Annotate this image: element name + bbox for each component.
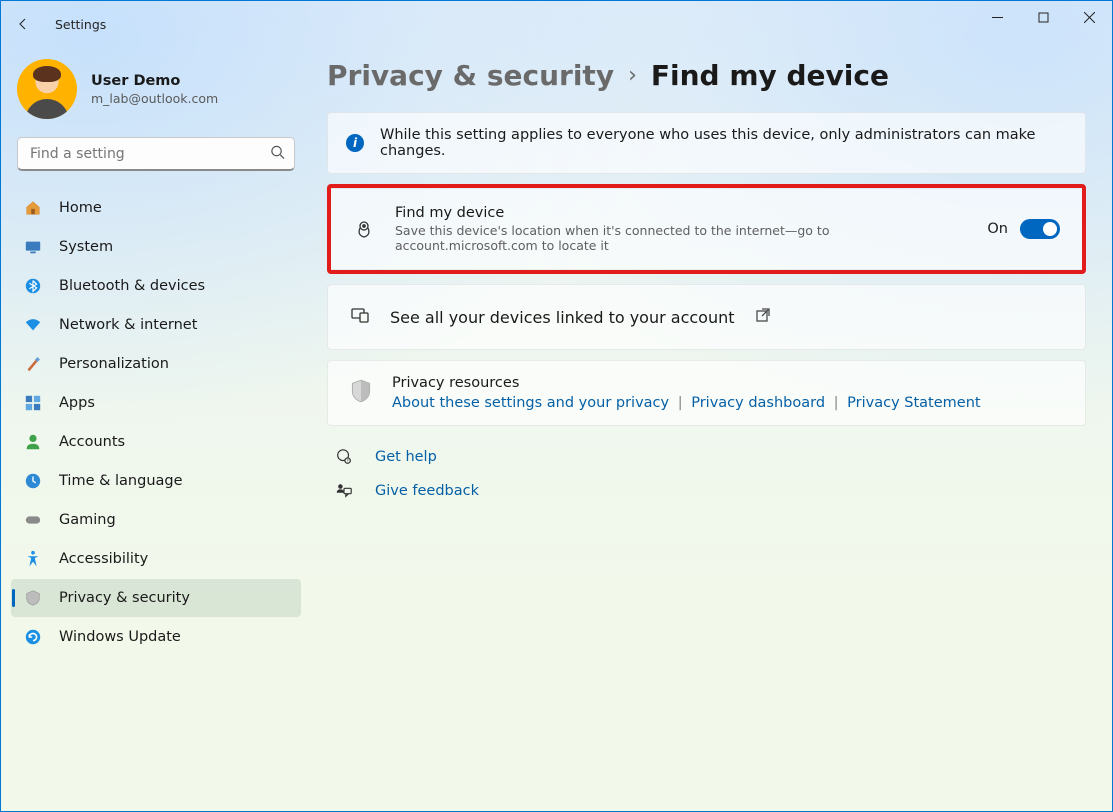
bluetooth-icon: [23, 277, 43, 295]
breadcrumb-parent[interactable]: Privacy & security: [327, 59, 614, 92]
sidebar-item-personalization[interactable]: Personalization: [11, 345, 301, 383]
devices-icon: [350, 305, 370, 329]
info-icon: i: [346, 134, 364, 152]
find-my-device-toggle[interactable]: [1020, 219, 1060, 239]
highlighted-setting: Find my device Save this device's locati…: [327, 184, 1086, 274]
feedback-icon: [333, 482, 355, 500]
sidebar-item-label: Personalization: [59, 356, 169, 372]
sidebar-item-gaming[interactable]: Gaming: [11, 501, 301, 539]
sidebar-item-label: Apps: [59, 395, 95, 411]
shield-icon: [23, 589, 43, 607]
link-about-settings[interactable]: About these settings and your privacy: [392, 395, 669, 411]
maximize-button[interactable]: [1020, 1, 1066, 33]
page-title: Find my device: [651, 59, 889, 92]
setting-title: Find my device: [395, 205, 967, 221]
give-feedback-row[interactable]: Give feedback: [327, 474, 1086, 508]
accessibility-icon: [23, 550, 43, 568]
avatar: [17, 59, 77, 119]
sidebar-item-label: Windows Update: [59, 629, 181, 645]
get-help-link[interactable]: Get help: [375, 449, 437, 465]
get-help-row[interactable]: ? Get help: [327, 440, 1086, 474]
close-icon: [1084, 12, 1095, 23]
sidebar-item-update[interactable]: Windows Update: [11, 618, 301, 656]
link-label: See all your devices linked to your acco…: [390, 308, 735, 327]
sidebar-item-accessibility[interactable]: Accessibility: [11, 540, 301, 578]
arrow-left-icon: [15, 16, 31, 32]
minimize-button[interactable]: [974, 1, 1020, 33]
location-pin-icon: [353, 219, 375, 239]
gamepad-icon: [23, 511, 43, 529]
toggle-state-label: On: [987, 221, 1008, 237]
wifi-icon: [23, 316, 43, 334]
close-button[interactable]: [1066, 1, 1112, 33]
give-feedback-link[interactable]: Give feedback: [375, 483, 479, 499]
search-box[interactable]: [17, 137, 295, 171]
sidebar-item-label: Home: [59, 200, 102, 216]
info-banner: i While this setting applies to everyone…: [327, 112, 1086, 174]
sidebar-item-label: Network & internet: [59, 317, 197, 333]
sidebar-item-label: Bluetooth & devices: [59, 278, 205, 294]
sidebar-item-label: Gaming: [59, 512, 116, 528]
privacy-resources-card: Privacy resources About these settings a…: [327, 360, 1086, 426]
see-all-devices-card[interactable]: See all your devices linked to your acco…: [327, 284, 1086, 350]
sidebar-item-label: System: [59, 239, 113, 255]
resources-title: Privacy resources: [392, 375, 981, 391]
breadcrumb: Privacy & security › Find my device: [327, 59, 1086, 92]
shield-icon: [350, 375, 372, 407]
profile-email: m_lab@outlook.com: [91, 91, 218, 106]
minimize-icon: [992, 12, 1003, 23]
window-title: Settings: [45, 17, 106, 32]
info-banner-text: While this setting applies to everyone w…: [380, 127, 1067, 159]
link-privacy-dashboard[interactable]: Privacy dashboard: [691, 395, 825, 411]
sidebar-item-apps[interactable]: Apps: [11, 384, 301, 422]
sidebar-item-network[interactable]: Network & internet: [11, 306, 301, 344]
link-privacy-statement[interactable]: Privacy Statement: [847, 395, 980, 411]
sidebar-item-home[interactable]: Home: [11, 189, 301, 227]
system-icon: [23, 238, 43, 256]
sidebar-nav: Home System Bluetooth & devices Network …: [11, 189, 301, 656]
profile-name: User Demo: [91, 73, 218, 89]
person-icon: [23, 433, 43, 451]
sidebar-item-time[interactable]: Time & language: [11, 462, 301, 500]
apps-icon: [23, 394, 43, 412]
maximize-icon: [1038, 12, 1049, 23]
clock-icon: [23, 472, 43, 490]
sidebar-item-label: Privacy & security: [59, 590, 190, 606]
profile-block[interactable]: User Demo m_lab@outlook.com: [11, 53, 301, 137]
sidebar-item-accounts[interactable]: Accounts: [11, 423, 301, 461]
update-icon: [23, 628, 43, 646]
sidebar-item-bluetooth[interactable]: Bluetooth & devices: [11, 267, 301, 305]
sidebar-item-label: Time & language: [59, 473, 183, 489]
search-input[interactable]: [17, 137, 295, 171]
back-button[interactable]: [15, 16, 45, 32]
sidebar-item-label: Accounts: [59, 434, 125, 450]
external-link-icon: [755, 307, 771, 327]
sidebar-item-label: Accessibility: [59, 551, 148, 567]
find-my-device-card[interactable]: Find my device Save this device's locati…: [331, 188, 1082, 270]
brush-icon: [23, 355, 43, 373]
search-icon: [270, 145, 285, 164]
help-icon: ?: [333, 448, 355, 466]
home-icon: [23, 199, 43, 217]
sidebar-item-system[interactable]: System: [11, 228, 301, 266]
sidebar-item-privacy[interactable]: Privacy & security: [11, 579, 301, 617]
setting-description: Save this device's location when it's co…: [395, 223, 967, 253]
chevron-right-icon: ›: [628, 63, 637, 88]
